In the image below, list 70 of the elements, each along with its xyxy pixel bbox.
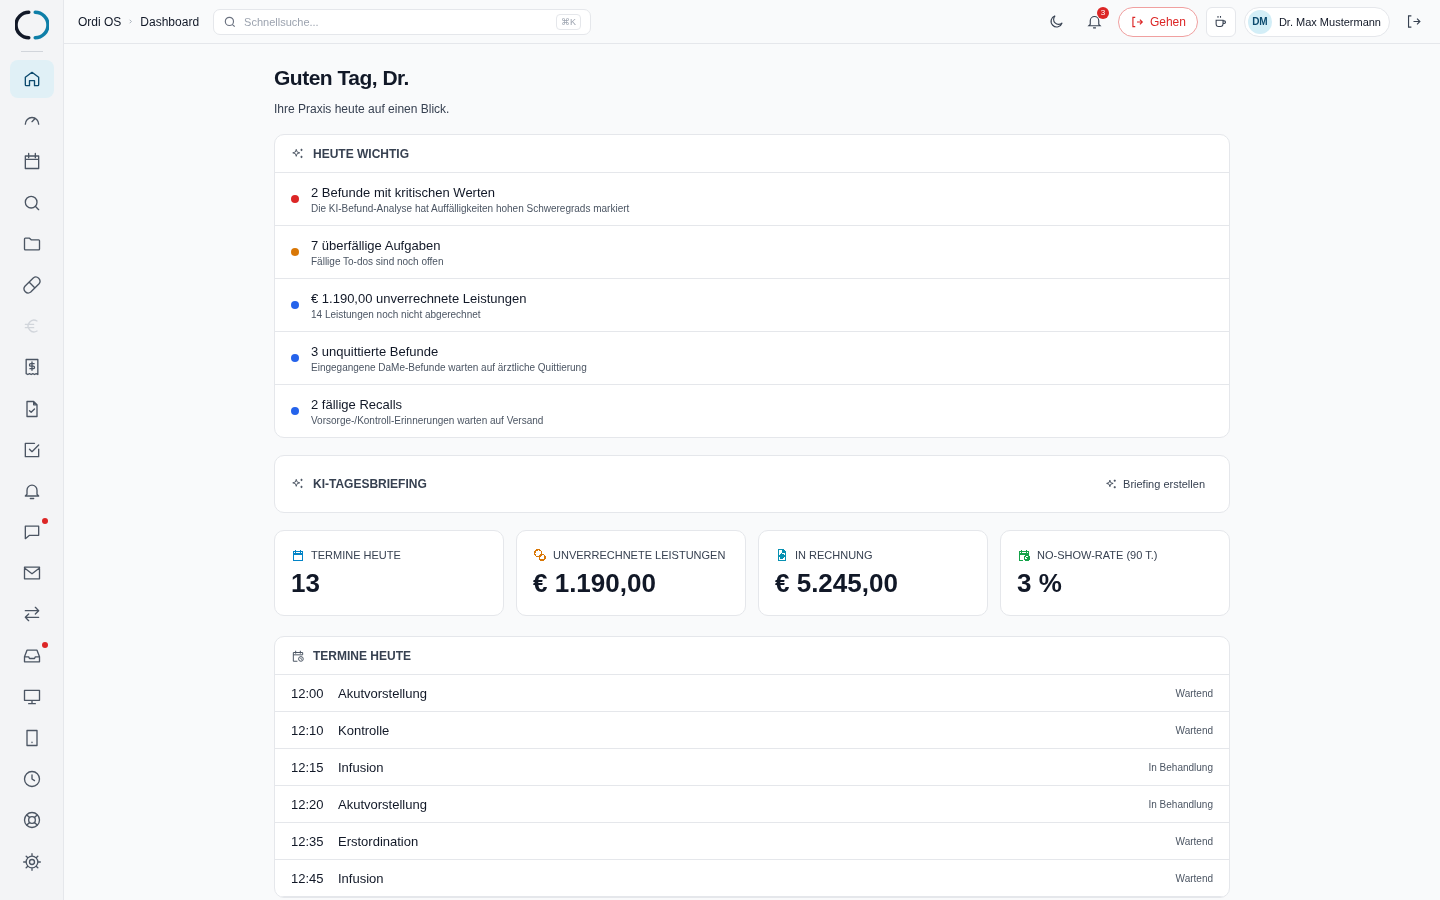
app-logo: [14, 8, 49, 42]
page-subtitle: Ihre Praxis heute auf einen Blick.: [274, 102, 451, 116]
user-avatar: DM: [1247, 9, 1272, 34]
notification-count: 3: [1096, 6, 1109, 19]
sparkle-icon: [291, 477, 305, 491]
calendar-clock-icon: [291, 648, 305, 663]
notification-dot: [41, 518, 48, 525]
gear-icon: [21, 851, 42, 872]
search-icon: [223, 14, 238, 29]
appointment-time: 12:15: [291, 759, 325, 775]
leave-button[interactable]: Gehen: [1117, 6, 1198, 37]
appointment-time: 12:10: [291, 722, 325, 738]
sparkle-icon: [1105, 477, 1119, 491]
stat-label: NO-SHOW-RATE (90 T.): [1037, 549, 1158, 561]
notifications-button[interactable]: 3: [1079, 6, 1110, 37]
alert-title[interactable]: 2 Befunde mit kritischen Werten: [311, 184, 630, 200]
shortcut-hint: ⌘K: [556, 13, 582, 30]
appointment-time: 12:35: [291, 833, 325, 849]
appointment-time: 12:45: [291, 870, 325, 886]
appointment-time: 12:00: [291, 685, 325, 701]
breadcrumb-item: Dashboard: [140, 14, 200, 29]
page-title: Guten Tag, Dr.: [274, 66, 410, 90]
create-briefing-button[interactable]: Briefing erstellen: [1097, 473, 1213, 495]
sparkle-icon: [291, 146, 305, 161]
alert-detail: 14 Leistungen noch nicht abgerechnet: [311, 308, 482, 320]
breadcrumb-item[interactable]: Ordi OS: [78, 14, 122, 29]
appointment-type[interactable]: Infusion: [338, 759, 384, 775]
stat-label: UNVERRECHNETE LEISTUNGEN: [553, 549, 726, 561]
appointment-status: In Behandlung: [1148, 761, 1213, 773]
stat-label: IN RECHNUNG: [795, 549, 873, 561]
alert-title[interactable]: € 1.190,00 unverrechnete Leistungen: [311, 290, 527, 306]
stat-value: € 1.190,00: [533, 568, 657, 599]
appointment-status: Wartend: [1175, 724, 1213, 736]
stat-label: TERMINE HEUTE: [311, 549, 401, 561]
stat-value: 13: [291, 568, 321, 599]
notification-dot: [41, 641, 48, 648]
bell-icon: [1086, 13, 1104, 30]
alert-title[interactable]: 7 überfällige Aufgaben: [311, 237, 444, 253]
appointment-status: In Behandlung: [1148, 798, 1213, 810]
alert-detail: Eingegangene DaMe-Befunde warten auf ärztliche Quittierung: [311, 361, 587, 373]
chevron-right-icon: [127, 18, 135, 25]
appointment-status: Wartend: [1175, 872, 1213, 884]
section-title: KI-TAGESBRIEFING: [313, 477, 427, 491]
sidebar-item[interactable]: [9, 60, 54, 98]
clock-icon: [21, 769, 42, 790]
lifebuoy-icon: [21, 810, 42, 831]
section-title: HEUTE WICHTIG: [313, 146, 409, 161]
stat-value: € 5.245,00: [775, 568, 899, 599]
user-name: Dr. Max Mustermann: [1278, 15, 1381, 28]
user-menu[interactable]: DM Dr. Max Mustermann: [1243, 6, 1390, 37]
alert-detail: Die KI-Befund-Analyse hat Auffälligkeiten hohen Schweregrads markiert: [311, 202, 630, 214]
appointment-type[interactable]: Akutvorstellung: [338, 796, 427, 812]
logout-icon: [1129, 14, 1144, 29]
appointment-status: Wartend: [1175, 835, 1213, 847]
appointment-type[interactable]: Erstordination: [338, 833, 419, 849]
appointment-time: 12:20: [291, 796, 325, 812]
appointment-status: Wartend: [1175, 687, 1213, 699]
section-title: TERMINE HEUTE: [313, 648, 411, 663]
cup-icon: [1213, 14, 1229, 29]
alert-title[interactable]: 2 fällige Recalls: [311, 396, 544, 412]
appointment-type[interactable]: Infusion: [338, 870, 384, 886]
break-button[interactable]: [1205, 6, 1236, 37]
appointment-type[interactable]: Akutvorstellung: [338, 685, 427, 701]
alert-detail: Vorsorge-/Kontroll-Erinnerungen warten auf Versand: [311, 414, 544, 426]
stat-value: 3 %: [1017, 568, 1063, 599]
pill-icon: [21, 274, 42, 295]
alert-detail: Fällige To-dos sind noch offen: [311, 255, 444, 267]
moon-icon: [1048, 13, 1066, 30]
alert-title[interactable]: 3 unquittierte Befunde: [311, 343, 587, 359]
appointment-type[interactable]: Kontrolle: [338, 722, 390, 738]
